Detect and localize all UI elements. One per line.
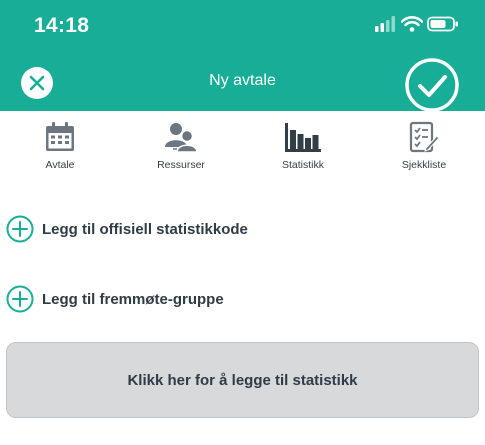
people-icon [165,123,198,153]
add-stat-code-label: Legg til offisiell statistikkode [42,220,248,238]
tab-ressurser[interactable]: Ressurser [131,111,231,181]
tab-label: Sjekkliste [401,159,447,171]
add-attendance-group-button[interactable]: Legg til fremmøte-gruppe [6,284,224,314]
wifi-icon [401,16,423,32]
tab-label: Statistikk [281,159,324,171]
tab-avtale[interactable]: Avtale [10,111,110,181]
tab-sjekkliste[interactable]: Sjekkliste [374,111,474,181]
confirm-button[interactable] [404,57,460,113]
checklist-icon [409,121,440,153]
tab-label: Avtale [45,159,75,171]
tab-label: Ressurser [157,159,205,171]
add-statistics-label: Klikk her for å legge til statistikk [127,371,358,389]
app-header: 14:18 Ny avtale [0,0,485,113]
status-time: 14:18 [34,14,90,37]
tab-bar: Avtale Ressurser Statistikk Sjekkliste [0,111,485,181]
status-icons [375,16,465,36]
add-stat-code-button[interactable]: Legg til offisiell statistikkode [6,214,248,244]
add-attendance-group-label: Legg til fremmøte-gruppe [42,290,224,308]
check-icon [405,58,459,112]
calendar-icon [46,122,74,151]
plus-circle-icon [6,285,34,313]
battery-icon [427,16,458,32]
signal-icon [375,16,395,32]
bar-chart-icon [285,123,321,152]
add-statistics-button[interactable]: Klikk her for å legge til statistikk [6,342,479,418]
plus-circle-icon [6,215,34,243]
tab-statistikk[interactable]: Statistikk [253,111,353,181]
